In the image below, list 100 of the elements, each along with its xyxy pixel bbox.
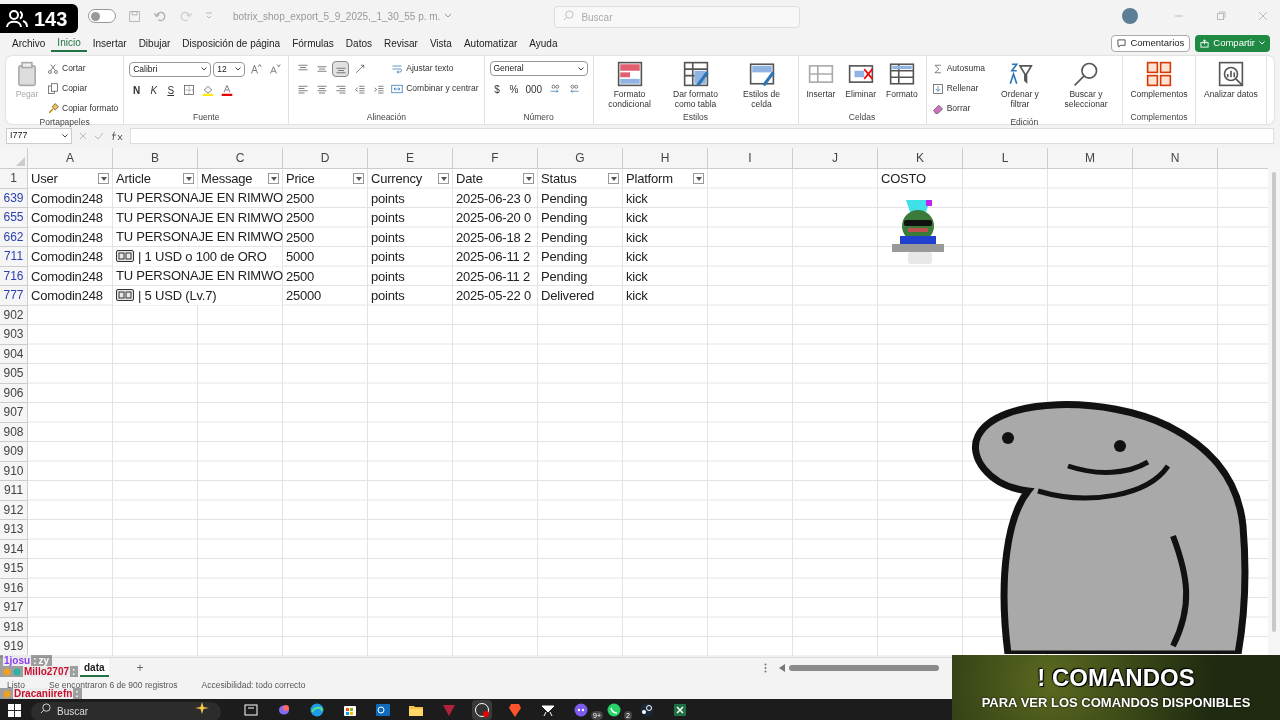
row-header[interactable]: 902 xyxy=(0,305,27,325)
more-icon[interactable] xyxy=(763,663,767,673)
row-header[interactable]: 903 xyxy=(0,325,27,345)
taskbar-search-field[interactable]: Buscar xyxy=(31,701,221,720)
avatar[interactable] xyxy=(1122,8,1138,24)
ribbon-button[interactable]: Insertar xyxy=(803,59,839,99)
menu-tab[interactable]: Vista xyxy=(423,34,458,52)
row-header[interactable]: 905 xyxy=(0,364,27,384)
filter-button[interactable] xyxy=(693,173,704,185)
filter-button[interactable] xyxy=(183,173,194,185)
autosave-toggle[interactable] xyxy=(88,9,116,23)
column-header[interactable]: A xyxy=(28,148,113,169)
column-header[interactable]: E xyxy=(368,148,453,169)
ribbon-button[interactable]: Ordenar y filtrar xyxy=(988,59,1051,109)
ribbon-button[interactable]: Autosuma xyxy=(931,61,985,76)
column-header[interactable]: J xyxy=(793,148,878,169)
ribbon-button[interactable]: Copiar xyxy=(47,81,88,96)
ribbon-button[interactable]: Eliminar xyxy=(842,59,880,99)
filter-button[interactable] xyxy=(353,173,364,185)
dropdown-field[interactable]: 12 xyxy=(213,61,246,77)
ribbon-button[interactable]: Complementos xyxy=(1127,59,1190,99)
row-header[interactable]: 711 xyxy=(0,247,27,267)
add-sheet-button[interactable]: + xyxy=(136,659,144,677)
filter-button[interactable] xyxy=(608,173,619,185)
ribbon-button[interactable]: Ajustar texto xyxy=(391,61,454,76)
row-header[interactable]: 912 xyxy=(0,500,27,520)
ribbon-button[interactable]: Formato condicional xyxy=(598,59,661,109)
filter-button[interactable] xyxy=(98,173,109,185)
column-header[interactable]: D xyxy=(283,148,368,169)
function-icon[interactable] xyxy=(110,131,124,141)
row-header[interactable]: 655 xyxy=(0,208,27,228)
row-header[interactable]: 716 xyxy=(0,266,27,286)
column-header[interactable]: N xyxy=(1133,148,1218,169)
column-header[interactable]: L xyxy=(963,148,1048,169)
dropdown-field[interactable]: General xyxy=(489,61,588,76)
toolbar-button[interactable]: $ xyxy=(489,81,505,97)
row-header[interactable]: 914 xyxy=(0,539,27,559)
menu-tab[interactable]: Ayuda xyxy=(523,34,564,52)
check-icon[interactable] xyxy=(94,131,104,141)
chevron-down-icon[interactable] xyxy=(444,13,453,19)
toolbar-button[interactable] xyxy=(332,61,350,77)
ribbon-button[interactable]: Cortar xyxy=(47,61,86,76)
ribbon-button[interactable]: Analizar datos xyxy=(1200,59,1261,99)
ribbon-button[interactable]: Estilos de celda xyxy=(730,59,793,109)
taskbar-button[interactable] xyxy=(472,700,492,720)
row-header[interactable]: 662 xyxy=(0,227,27,247)
menu-tab[interactable]: Insertar xyxy=(86,34,133,52)
column-header[interactable]: B xyxy=(113,148,198,169)
menu-tab[interactable]: Automatizar xyxy=(457,34,524,52)
comments-button[interactable]: Comentarios xyxy=(1111,34,1191,52)
column-header[interactable]: H xyxy=(623,148,708,169)
column-header[interactable]: F xyxy=(453,148,538,169)
row-header[interactable]: 907 xyxy=(0,403,27,423)
windows-start-icon[interactable] xyxy=(8,703,21,717)
menu-tab[interactable]: Disposición de página xyxy=(176,34,287,52)
ribbon-button[interactable]: Copiar formato xyxy=(47,101,119,116)
dropdown-field[interactable]: Calibri xyxy=(129,61,212,77)
ribbon-button[interactable]: Buscar y seleccionar xyxy=(1054,59,1117,109)
row-header[interactable]: 910 xyxy=(0,461,27,481)
column-header[interactable]: M xyxy=(1048,148,1133,169)
menu-tab[interactable]: Revisar xyxy=(377,34,424,52)
row-header[interactable]: 911 xyxy=(0,481,27,501)
row-header[interactable]: 639 xyxy=(0,188,27,208)
toolbar-button[interactable]: N xyxy=(129,82,145,98)
filter-button[interactable] xyxy=(438,173,449,185)
row-header[interactable]: 916 xyxy=(0,578,27,598)
ribbon-button[interactable]: Formato xyxy=(883,59,921,99)
row-header[interactable]: 913 xyxy=(0,520,27,540)
ribbon-button[interactable]: Dar formato como tabla xyxy=(664,59,727,109)
toolbar-button[interactable]: 000 xyxy=(523,81,545,97)
scrollbar-thumb[interactable] xyxy=(1272,172,1276,632)
scroll-left-icon[interactable] xyxy=(778,664,785,672)
row-header[interactable]: 915 xyxy=(0,559,27,579)
share-button[interactable]: Compartir xyxy=(1195,34,1270,52)
menu-tab[interactable]: Fórmulas xyxy=(286,34,340,52)
column-header[interactable]: I xyxy=(708,148,793,169)
row-header[interactable]: 917 xyxy=(0,598,27,618)
filter-button[interactable] xyxy=(523,173,534,185)
row-header[interactable]: 904 xyxy=(0,344,27,364)
menu-tab[interactable]: Archivo xyxy=(6,34,52,52)
column-header[interactable]: C xyxy=(198,148,283,169)
filter-button[interactable] xyxy=(268,173,279,185)
toolbar-button[interactable]: % xyxy=(506,81,522,97)
row-header[interactable]: 777 xyxy=(0,286,27,306)
ribbon-button[interactable]: Borrar xyxy=(931,101,971,116)
column-header[interactable]: G xyxy=(538,148,623,169)
ribbon-button[interactable]: Combinar y centrar xyxy=(391,81,479,96)
save-icon[interactable] xyxy=(128,9,141,23)
formula-field[interactable] xyxy=(130,128,1274,144)
row-header[interactable]: 908 xyxy=(0,422,27,442)
toolbar-button[interactable]: S xyxy=(163,82,179,98)
row-header[interactable]: 906 xyxy=(0,383,27,403)
undo-icon[interactable] xyxy=(153,9,167,23)
sheet-tab[interactable]: data xyxy=(80,659,109,677)
scrollbar-thumb[interactable] xyxy=(788,665,939,671)
row-header[interactable]: 1 xyxy=(0,169,27,189)
row-header[interactable]: 918 xyxy=(0,617,27,637)
ribbon-button[interactable]: Rellenar xyxy=(931,81,979,96)
column-header[interactable]: K xyxy=(878,148,963,169)
toolbar-button[interactable]: K xyxy=(146,82,162,98)
